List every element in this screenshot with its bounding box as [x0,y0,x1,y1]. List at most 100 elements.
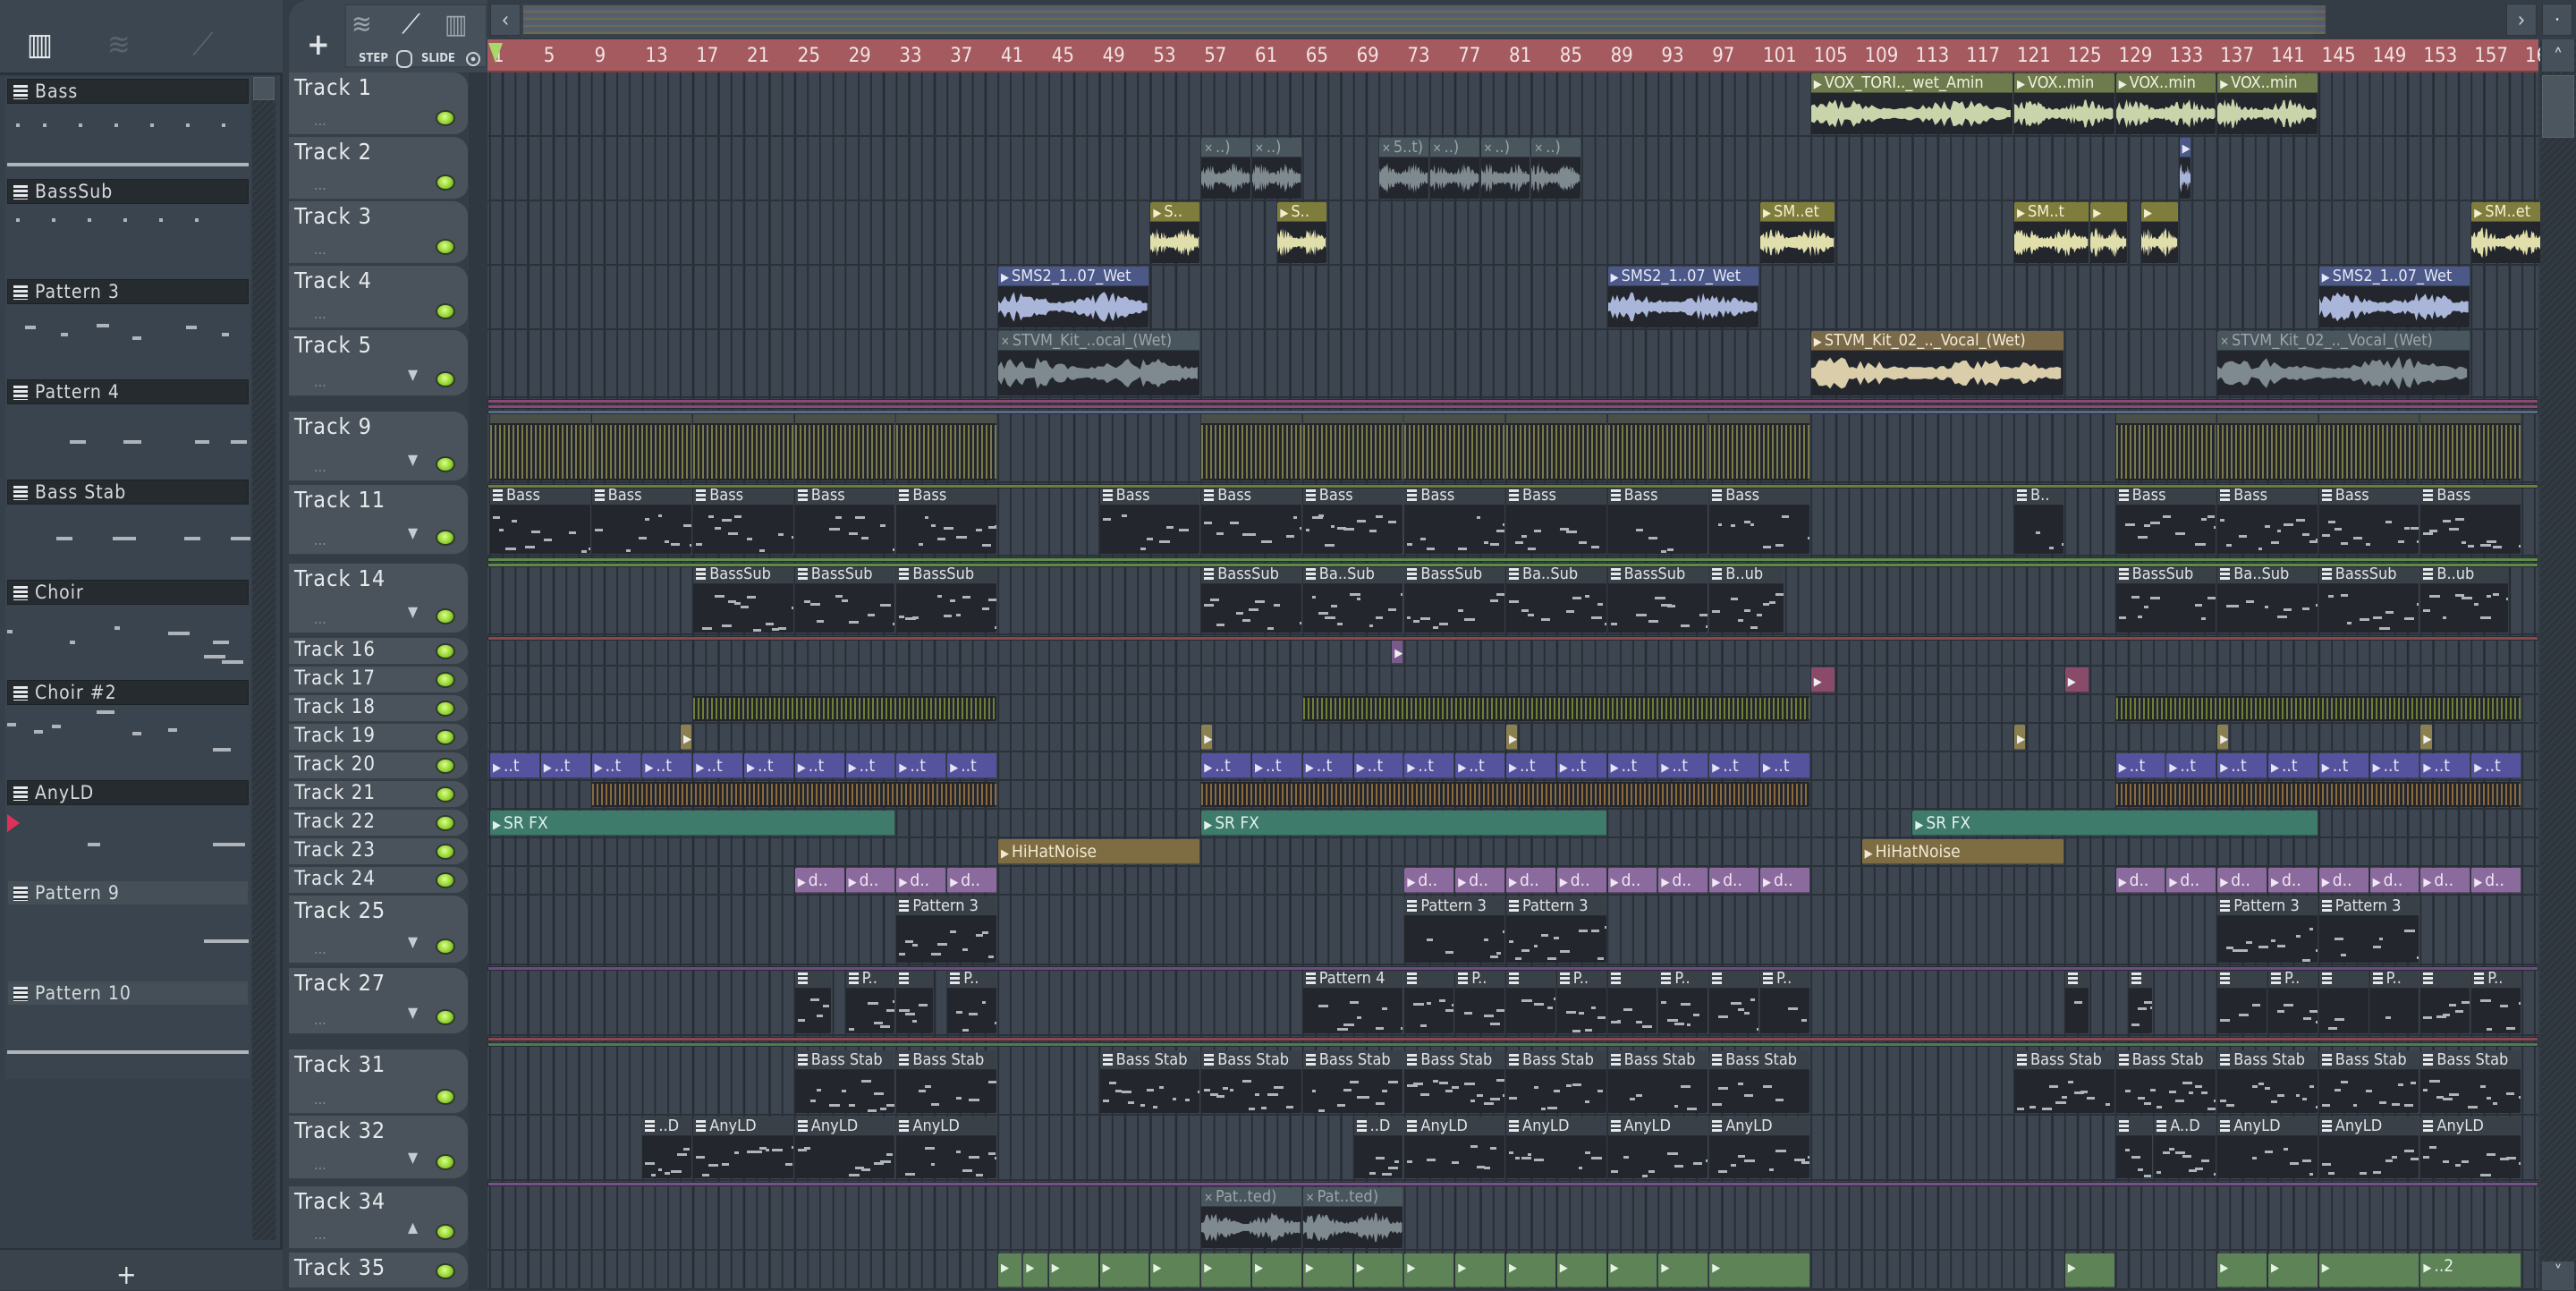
clip-header[interactable]: P.. [2268,969,2318,989]
audio-clip[interactable]: ✕..) [1480,138,1530,199]
clip-header[interactable]: ▶ [1201,1253,1250,1287]
track-enable-led[interactable] [436,672,455,688]
clip-header[interactable]: Bass Stab [1302,1050,1403,1070]
audio-clip[interactable]: ▶ d.. [2318,868,2368,893]
track-enable-led[interactable] [436,174,455,191]
pattern-clip[interactable] [1607,969,1657,1033]
clip-header[interactable]: ▶ d.. [1506,868,1555,893]
audio-clip[interactable]: ▶ [2064,667,2089,692]
audio-clip[interactable]: ▶ ..t [845,753,895,778]
pattern-clip[interactable]: B.. [2014,486,2063,554]
clip-header[interactable]: ▶ [1709,1253,1809,1287]
pattern-clip[interactable]: BassSub [2115,565,2216,633]
audio-clip[interactable]: ✕ Pat..ted) [1302,1187,1403,1248]
track-enable-led[interactable] [436,239,455,255]
clip-header[interactable]: ▶ ..t [540,753,590,778]
clip-header[interactable]: ▶ [1150,1253,1200,1287]
audio-clip[interactable]: ▶ S.. [1150,202,1200,263]
pattern-clip[interactable]: BassSub [794,565,895,633]
clip-header[interactable]: ▶ ..t [2318,753,2368,778]
track-name[interactable]: Track 32 [294,1117,386,1143]
clip-header[interactable]: P.. [1658,969,1708,989]
track-header-track-34[interactable]: Track 34... ▲ [289,1186,468,1250]
pattern-clip[interactable] [2115,1117,2153,1178]
scroll-down-button[interactable]: ˅ [2542,1261,2574,1290]
audio-clip[interactable]: ▶ ..t [1252,753,1301,778]
clip-header[interactable]: Bass Stab [2014,1050,2114,1070]
clip-header[interactable]: P.. [947,969,996,989]
clip-header[interactable]: ▶ d.. [794,868,844,893]
clip-header[interactable] [2064,969,2089,989]
clip-header[interactable]: Pattern 3 [2217,896,2318,916]
pattern-clip[interactable]: Bass [1404,486,1504,554]
collapsed-lane[interactable] [487,410,2538,414]
audio-clip[interactable]: ▶ ..t [2420,753,2470,778]
clip-header[interactable]: ✕..) [1429,138,1479,157]
clip-header[interactable]: ▶ ..t [1709,753,1758,778]
pattern-clip[interactable] [693,412,793,480]
track-enable-led[interactable] [436,303,455,319]
track-menu-button[interactable]: ... [314,112,326,129]
scroll-right-button[interactable]: › [2506,4,2537,36]
clip-header[interactable]: ▶ SM..et [2471,202,2546,222]
picker-scroll-thumb[interactable] [253,77,275,100]
audio-clip[interactable]: ✕ Pat..ted) [1201,1187,1301,1248]
pattern-clip[interactable]: Ba..Sub [1506,565,1606,633]
vertical-scroll-thumb[interactable] [2542,75,2574,138]
waveform-icon[interactable]: ≋ [352,9,372,40]
audio-clip[interactable]: ✕..) [1252,138,1301,199]
track-enable-led[interactable] [436,701,455,717]
audio-clip[interactable]: ▶ d.. [1404,868,1454,893]
pattern-clip[interactable]: Bass Stab [2115,1050,2216,1113]
pattern-clip[interactable]: ..D [1353,1117,1403,1178]
audio-clip[interactable]: ▶ SMS2_1..07_Wet [998,267,1149,327]
pattern-clip[interactable] [2115,782,2521,807]
clip-header[interactable] [1506,969,1555,989]
clip-header[interactable]: ▶ [1658,1253,1708,1287]
audio-clip[interactable]: ▶ d.. [2471,868,2521,893]
clip-header[interactable]: P.. [2369,969,2419,989]
clip-header[interactable]: Bass Stab [896,1050,996,1070]
audio-clip[interactable]: ▶ SMS2_1..07_Wet [2318,267,2470,327]
clip-header[interactable]: ▶ ..t [642,753,692,778]
clip-header[interactable]: ▶ [1810,667,1835,692]
expand-arrow-icon[interactable]: ▼ [408,1149,418,1166]
clip-header[interactable]: AnyLD [794,1117,895,1136]
pattern-clip[interactable]: Bass Stab [794,1050,895,1113]
pattern-clip[interactable]: Bass [2217,486,2318,554]
clip-header[interactable]: Bass [1506,486,1606,505]
picker-item-basssub[interactable]: BassSub [5,177,250,277]
clip-header[interactable]: ▶ [1506,725,1518,750]
track-name[interactable]: Track 14 [294,565,386,591]
clip-header[interactable]: Bass Stab [1506,1050,1606,1070]
track-enable-led[interactable] [436,530,455,546]
audio-clip[interactable]: ▶ ..t [947,753,996,778]
audio-clip[interactable]: ▶ d.. [1658,868,1708,893]
pattern-clip[interactable]: Bass Stab [1709,1050,1809,1113]
audio-clip[interactable]: ▶ d.. [1506,868,1555,893]
expand-arrow-icon[interactable]: ▼ [408,1004,418,1021]
pattern-clip[interactable] [2318,412,2419,480]
clip-header[interactable]: ▶ ..t [2471,753,2521,778]
pattern-clip[interactable]: Bass [1607,486,1708,554]
track-name[interactable]: Track 4 [294,268,372,293]
track-header-track-2[interactable]: Track 2... [289,137,468,200]
clip-header[interactable]: ▶ SR FX [1201,811,1606,836]
clip-header[interactable]: ▶ ..t [947,753,996,778]
clip-header[interactable]: ▶ ..t [1455,753,1504,778]
clip-header[interactable]: ▶ S.. [1150,202,1200,222]
track-header-track-22[interactable]: Track 22 [289,810,468,837]
clip-header[interactable]: Pattern 3 [1506,896,1606,916]
pattern-clip[interactable] [1607,412,1708,480]
audio-clip[interactable]: ▶ d.. [1760,868,1809,893]
audio-clip[interactable]: ▶ VOX..min [2014,73,2114,134]
clip-header[interactable]: ▶ d.. [2166,868,2216,893]
audio-clip[interactable]: ▶ ..t [794,753,844,778]
pattern-clip[interactable]: Bass [1302,486,1403,554]
pattern-clip[interactable]: Pattern 3 [896,896,996,963]
clip-header[interactable]: BassSub [1404,565,1504,584]
clip-header[interactable]: ▶ [2268,1253,2318,1287]
pattern-clip[interactable]: Bass [794,486,895,554]
pattern-clip[interactable]: Pattern 4 [1302,969,1403,1033]
clip-header[interactable]: P.. [2471,969,2521,989]
